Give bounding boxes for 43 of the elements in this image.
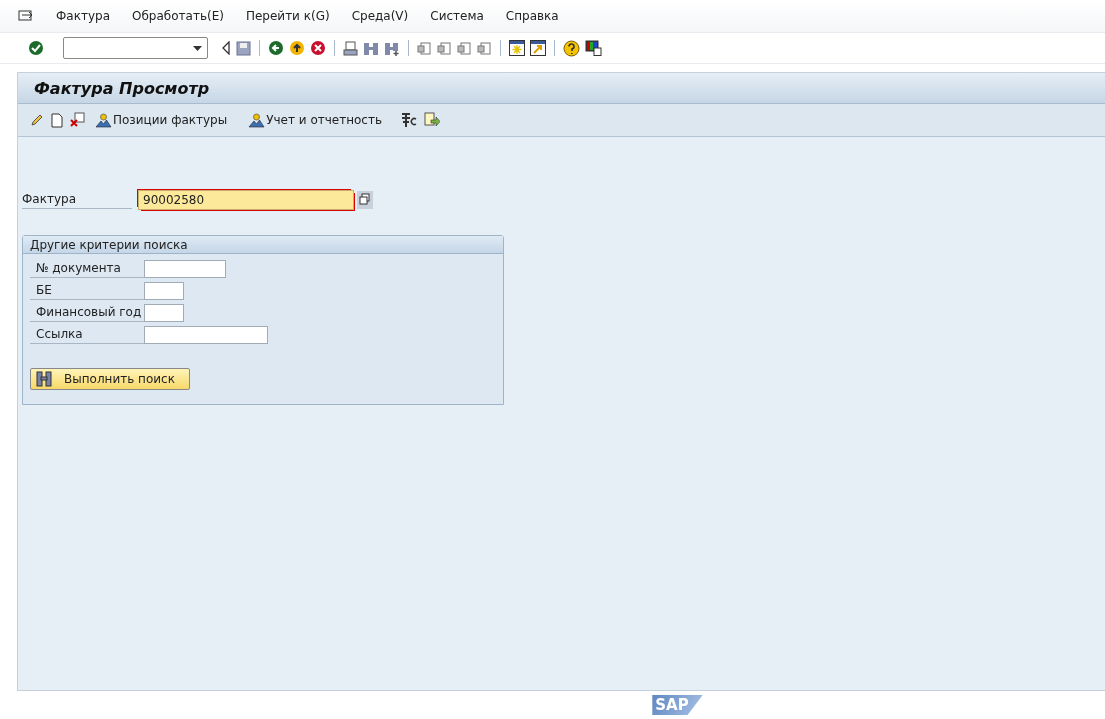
input-field[interactable]: [144, 282, 184, 300]
input-field[interactable]: [144, 304, 184, 322]
input-field[interactable]: [144, 260, 226, 278]
menu-item[interactable]: Справка: [505, 9, 559, 23]
screen-title: Фактура Просмотр: [34, 78, 210, 98]
exit-icon[interactable]: [289, 40, 305, 56]
dropdown-caret-icon[interactable]: [193, 45, 202, 51]
menu-item[interactable]: Среда(V): [351, 9, 409, 23]
shortcut-icon[interactable]: [530, 40, 546, 56]
input-field[interactable]: [144, 326, 268, 344]
print-icon[interactable]: [343, 40, 358, 56]
help-icon[interactable]: [563, 39, 580, 57]
document-arrow-icon[interactable]: [424, 112, 441, 128]
delete-document-icon[interactable]: [70, 112, 86, 128]
invoice-field[interactable]: 90002580: [138, 190, 354, 210]
tools-icon[interactable]: [401, 112, 418, 128]
binoculars-icon: [36, 371, 52, 387]
search-button[interactable]: Выполнить поиск: [30, 368, 190, 390]
toolbar-button[interactable]: Учет и отчетность: [246, 110, 385, 130]
group-title: Другие критерии поиска: [30, 237, 188, 252]
document-icon[interactable]: [51, 112, 63, 128]
pencil-icon[interactable]: [30, 113, 44, 127]
menu-item[interactable]: Перейти к(G): [245, 9, 330, 23]
person-icon: [95, 112, 112, 128]
toolbar-button[interactable]: Позиции фактуры: [93, 110, 230, 130]
cancel-icon[interactable]: [310, 40, 326, 56]
menu-item[interactable]: Обработать(E): [132, 9, 224, 23]
new-session-icon[interactable]: [509, 40, 525, 56]
menu-item[interactable]: Фактура: [56, 9, 110, 23]
triangle-icon[interactable]: [221, 41, 231, 55]
back-icon[interactable]: [268, 40, 284, 56]
menu-icon[interactable]: [18, 9, 34, 23]
layout-icon[interactable]: [585, 40, 602, 56]
binoculars-icon[interactable]: [363, 40, 379, 56]
person-icon: [248, 112, 266, 128]
binoculars-plus-icon[interactable]: [384, 40, 400, 56]
field-label: Фактура: [22, 191, 132, 209]
menu-item[interactable]: Система: [430, 9, 484, 23]
save-icon[interactable]: [236, 40, 251, 56]
enter-icon[interactable]: [28, 40, 44, 56]
command-field[interactable]: [63, 37, 208, 59]
copy-icon[interactable]: [357, 191, 373, 209]
sap-logo: SAP: [652, 695, 703, 715]
